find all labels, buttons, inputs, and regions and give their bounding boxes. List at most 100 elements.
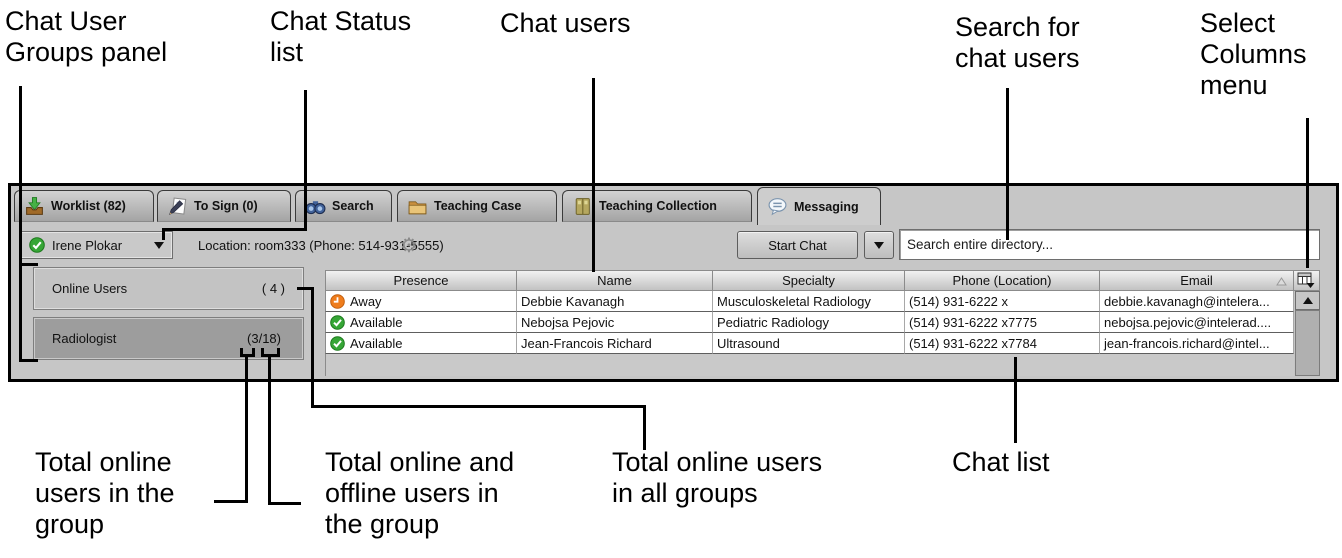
callout-line-total-all-groups xyxy=(311,287,314,408)
group-count-online-total: (3/18) xyxy=(247,331,281,346)
email-value: nebojsa.pejovic@intelerad.... xyxy=(1104,314,1272,330)
sort-ascending-icon xyxy=(1276,277,1287,286)
start-chat-label: Start Chat xyxy=(768,237,827,253)
annotation-chat-list: Chat list xyxy=(952,447,1050,477)
callout-line-chat-status xyxy=(162,228,165,240)
away-presence-icon xyxy=(330,293,345,309)
callout-bracket-top xyxy=(19,263,38,266)
table-row-cell-name[interactable]: Nebojsa Pejovic xyxy=(517,312,713,333)
column-header-name[interactable]: Name xyxy=(517,270,713,291)
annotation-chat-user-groups-panel: Chat User Groups panel xyxy=(5,6,168,67)
annotation-total-online-all-groups: Total online users in all groups xyxy=(612,447,823,508)
presence-label: Away xyxy=(350,293,382,309)
sign-pen-icon xyxy=(167,196,188,217)
table-row-cell-email[interactable]: nebojsa.pejovic@intelerad.... xyxy=(1100,312,1294,333)
table-row-cell-presence[interactable]: Available xyxy=(325,312,517,333)
table-row-cell-specialty[interactable]: Ultrasound xyxy=(713,333,905,354)
table-row-cell-name[interactable]: Jean-Francois Richard xyxy=(517,333,713,354)
select-columns-icon xyxy=(1297,272,1315,288)
callout-line-chat-status xyxy=(162,228,307,231)
table-row-cell-specialty[interactable]: Pediatric Radiology xyxy=(713,312,905,333)
table-row-cell-phone[interactable]: (514) 931-6222 x7784 xyxy=(905,333,1100,354)
tab-label: To Sign (0) xyxy=(194,199,258,213)
callout-line-search xyxy=(1006,88,1009,240)
table-row-cell-name[interactable]: Debbie Kavanagh xyxy=(517,291,713,312)
specialty-value: Pediatric Radiology xyxy=(717,314,830,330)
callout-bracket-bottom xyxy=(19,359,38,362)
column-header-label: Name xyxy=(597,273,632,288)
callout-line-chat-list xyxy=(1014,357,1017,443)
table-row-cell-phone[interactable]: (514) 931-6222 x xyxy=(905,291,1100,312)
annotation-select-columns-menu: Select Columns menu xyxy=(1200,8,1307,100)
speech-bubble-icon xyxy=(767,196,788,217)
column-header-label: Specialty xyxy=(782,273,835,288)
callout-line-online-offline-in-group xyxy=(268,502,301,505)
available-presence-icon xyxy=(330,335,345,351)
available-status-icon xyxy=(29,237,45,253)
group-name: Online Users xyxy=(52,281,128,296)
callout-line-chat-users xyxy=(592,78,595,272)
column-header-presence[interactable]: Presence xyxy=(325,270,517,291)
search-input[interactable] xyxy=(899,229,1320,260)
chat-status-dropdown[interactable]: Irene Plokar xyxy=(20,231,173,259)
phone-value: (514) 931-6222 x7784 xyxy=(909,335,1037,351)
tab-label: Worklist (82) xyxy=(51,199,126,213)
folder-icon xyxy=(407,196,428,217)
column-header-specialty[interactable]: Specialty xyxy=(713,270,905,291)
column-header-label: Phone (Location) xyxy=(952,273,1052,288)
chat-list-empty-area xyxy=(325,354,1294,376)
scrollbar-up-button[interactable] xyxy=(1295,291,1320,310)
start-chat-dropdown-button[interactable] xyxy=(864,231,894,259)
select-columns-button[interactable] xyxy=(1294,270,1320,291)
phone-value: (514) 931-6222 x7775 xyxy=(909,314,1037,330)
name-value: Jean-Francois Richard xyxy=(521,335,652,351)
column-header-phone-location[interactable]: Phone (Location) xyxy=(905,270,1100,291)
callout-line-online-in-group xyxy=(214,500,248,503)
callout-line-select-columns xyxy=(1306,118,1309,268)
tab-worklist[interactable]: Worklist (82) xyxy=(14,190,154,222)
documentation-figure: Chat User Groups panel Chat Status list … xyxy=(0,0,1342,558)
tab-teaching-collection[interactable]: Teaching Collection xyxy=(562,190,752,222)
scrollbar-track[interactable] xyxy=(1295,310,1320,376)
table-row-cell-email[interactable]: jean-francois.richard@intel... xyxy=(1100,333,1294,354)
chevron-down-icon xyxy=(874,241,884,249)
name-value: Debbie Kavanagh xyxy=(521,293,625,309)
column-header-label: Presence xyxy=(393,273,449,288)
tab-to-sign[interactable]: To Sign (0) xyxy=(157,190,291,222)
annotation-total-online-offline-group: Total online and offline users in the gr… xyxy=(325,447,515,539)
annotation-chat-status-list: Chat Status list xyxy=(270,6,412,67)
gear-icon[interactable]: ⚙ xyxy=(400,236,418,256)
callout-line-chat-user-groups xyxy=(19,86,22,362)
phone-value: (514) 931-6222 x xyxy=(909,293,1009,309)
arrow-up-icon xyxy=(1302,297,1313,304)
table-row-cell-presence[interactable]: Away xyxy=(325,291,517,312)
worklist-tray-icon xyxy=(24,196,45,217)
callout-line-online-offline-in-group xyxy=(268,356,271,505)
callout-line-total-all-groups xyxy=(311,405,646,408)
chevron-down-icon xyxy=(154,241,164,249)
book-icon xyxy=(572,196,593,217)
tab-label: Teaching Case xyxy=(434,199,522,213)
tab-label: Messaging xyxy=(794,199,859,214)
table-row-cell-presence[interactable]: Available xyxy=(325,333,517,354)
annotation-total-online-group: Total online users in the group xyxy=(35,447,175,539)
available-presence-icon xyxy=(330,314,345,330)
callout-line-chat-status xyxy=(304,90,307,231)
tab-search[interactable]: Search xyxy=(295,190,392,222)
table-row-cell-specialty[interactable]: Musculoskeletal Radiology xyxy=(713,291,905,312)
tab-teaching-case[interactable]: Teaching Case xyxy=(397,190,557,222)
tab-messaging[interactable]: Messaging xyxy=(757,187,881,225)
name-value: Nebojsa Pejovic xyxy=(521,314,615,330)
table-row-cell-phone[interactable]: (514) 931-6222 x7775 xyxy=(905,312,1100,333)
annotation-chat-users: Chat users xyxy=(500,8,631,38)
column-header-email[interactable]: Email xyxy=(1100,270,1294,291)
group-name: Radiologist xyxy=(52,331,117,346)
tab-label: Search xyxy=(332,199,374,213)
start-chat-button[interactable]: Start Chat xyxy=(737,231,858,259)
specialty-value: Musculoskeletal Radiology xyxy=(717,293,871,309)
group-button-online-users[interactable]: Online Users ( 4 ) xyxy=(33,267,304,310)
callout-line-online-in-group xyxy=(245,356,248,503)
presence-label: Available xyxy=(350,335,403,351)
email-value: debbie.kavanagh@intelera... xyxy=(1104,293,1270,309)
table-row-cell-email[interactable]: debbie.kavanagh@intelera... xyxy=(1100,291,1294,312)
